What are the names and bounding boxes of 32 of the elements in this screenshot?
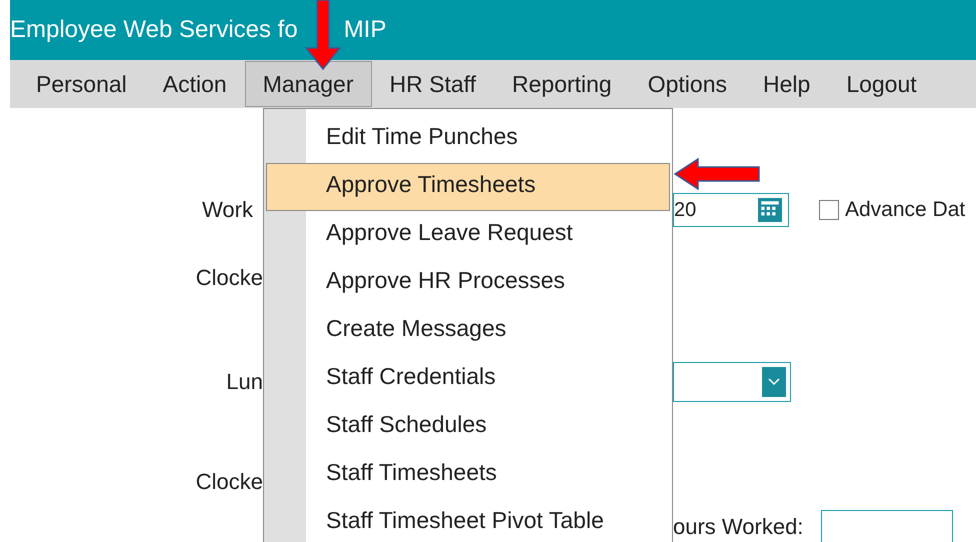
menu-option[interactable]: Approve Timesheets [266,163,670,211]
menu-option[interactable]: Create Messages [266,307,670,355]
pointer-arrow [305,0,341,70]
dropdown-field[interactable] [673,362,791,402]
calendar-icon[interactable] [758,198,782,222]
menu-option[interactable]: Approve HR Processes [266,259,670,307]
menu-option[interactable]: Staff Timesheets [266,451,670,499]
field-label: Lun [226,369,263,394]
field-label: ours Worked: [673,514,804,540]
app-title: MIP [344,16,386,44]
menu-item[interactable]: HR Staff [372,61,494,107]
hours-field[interactable] [821,510,954,542]
date-field[interactable]: 20 [673,193,789,227]
menu-option[interactable]: Edit Time Punches [266,115,670,163]
menu-item[interactable]: Manager [244,61,372,107]
app-title: Employee Web Services fo [10,16,298,44]
menu-item[interactable]: Personal [18,61,145,107]
field-label: Work [202,197,253,222]
checkbox-label: Advance Dat [845,198,966,222]
menu-option[interactable]: Staff Timesheet Pivot Table [266,499,670,542]
menu-item[interactable]: Logout [828,61,935,107]
chevron-down-icon[interactable] [762,367,786,397]
menu-item[interactable]: Help [745,61,828,107]
checkbox[interactable] [819,200,839,220]
menu-item[interactable]: Action [144,61,245,107]
menu-item[interactable]: Reporting [494,61,630,107]
field-label: Clocke [196,265,263,290]
field-label: Clocke [196,469,263,494]
menu-option[interactable]: Approve Leave Request [266,211,670,259]
menu-item[interactable]: Options [630,61,745,107]
menu-option[interactable]: Staff Credentials [266,355,670,403]
menu-option[interactable]: Staff Schedules [266,403,670,451]
